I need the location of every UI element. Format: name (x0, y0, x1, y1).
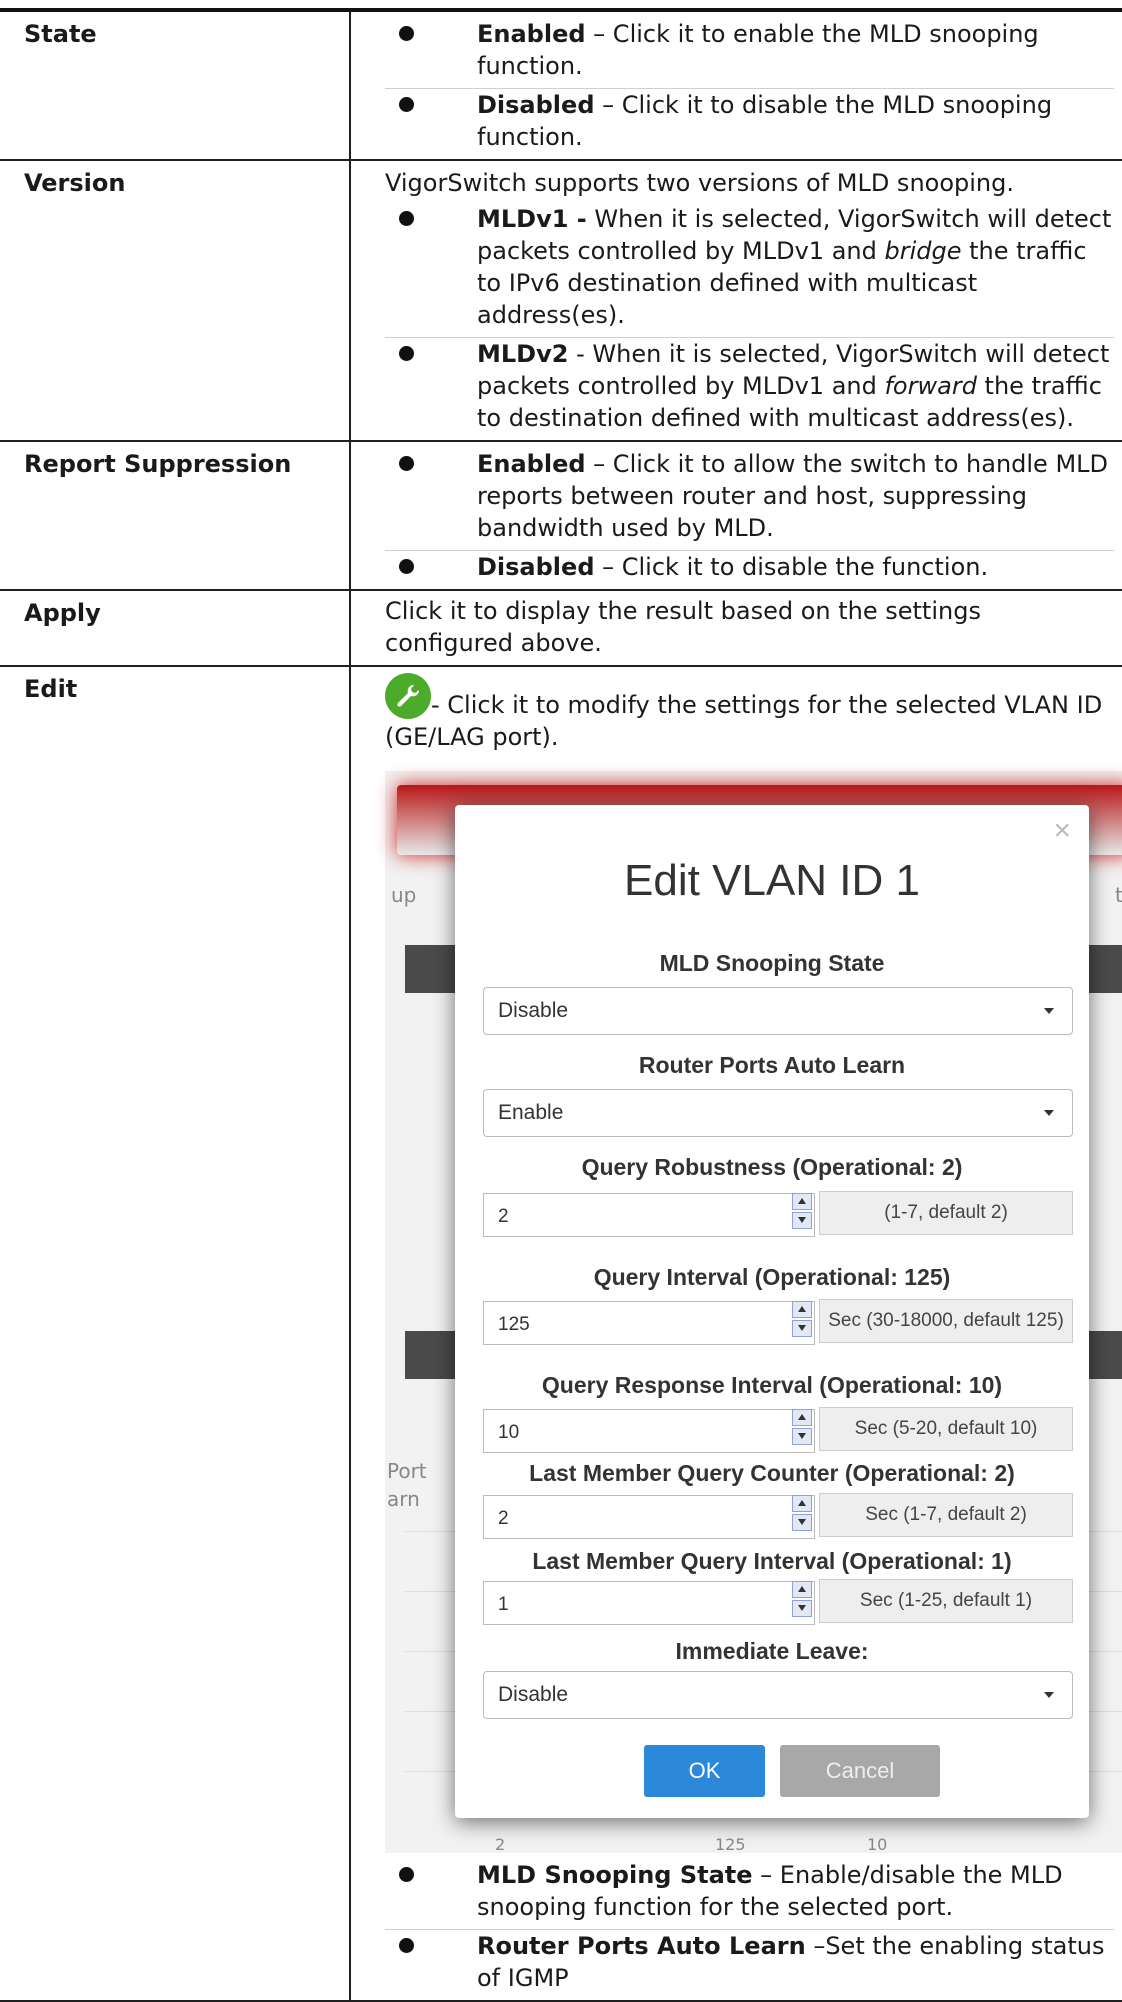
auto-learn-select[interactable]: Enable (483, 1089, 1073, 1137)
caret-down-icon (1044, 1008, 1054, 1014)
param-description: VigorSwitch supports two versions of MLD… (349, 159, 1122, 442)
param-label: Edit (0, 665, 351, 2002)
dialog-screenshot: up te Port arn 2 125 10 × Edit VLAN ID 1… (385, 771, 1122, 1854)
spinner-arrows-icon[interactable] (790, 1493, 814, 1533)
spinner-arrows-icon[interactable] (790, 1299, 814, 1339)
apply-text: Click it to display the result based on … (385, 597, 981, 657)
bullet-icon (385, 18, 477, 82)
cancel-button[interactable]: Cancel (780, 1745, 940, 1797)
param-label: Report Suppression (0, 440, 351, 591)
bg-cell: 125 (715, 1835, 746, 1854)
list-item: MLDv1 - When it is selected, VigorSwitch… (385, 203, 1114, 338)
term: MLDv1 - (477, 205, 587, 233)
caret-down-icon (1044, 1692, 1054, 1698)
list-item: MLDv2 - When it is selected, VigorSwitch… (385, 338, 1114, 440)
param-description: - Click it to modify the settings for th… (349, 665, 1122, 2002)
term: Disabled (477, 553, 595, 581)
bg-cell: 10 (867, 1835, 888, 1854)
list-item: Enabled – Click it to allow the switch t… (385, 442, 1114, 551)
lmq-counter-label: Last Member Query Counter (Operational: … (529, 1460, 1015, 1486)
term: Enabled (477, 450, 586, 478)
response-interval-hint: Sec (5-20, default 10) (819, 1407, 1073, 1451)
list-item: Disabled – Click it to disable the MLD s… (385, 89, 1114, 159)
bullet-icon (385, 89, 477, 153)
bg-column-header: arn (387, 1487, 420, 1511)
term: MLD Snooping State (477, 1861, 753, 1889)
query-interval-input[interactable]: 125 (483, 1301, 815, 1345)
table-row: State Enabled – Click it to enable the M… (0, 8, 1122, 161)
snooping-state-select[interactable]: Disable (483, 987, 1073, 1035)
param-description: Enabled – Click it to allow the switch t… (349, 440, 1122, 591)
bullet-icon (385, 551, 477, 583)
response-interval-label: Query Response Interval (Operational: 10… (541, 1372, 1003, 1398)
auto-learn-label: Router Ports Auto Learn (638, 1052, 906, 1078)
spinner-arrows-icon[interactable] (790, 1579, 814, 1619)
response-interval-input[interactable]: 10 (483, 1409, 815, 1453)
list-item: Enabled – Click it to enable the MLD sno… (385, 12, 1114, 89)
list-item: Disabled – Click it to disable the funct… (385, 551, 1114, 589)
param-description: Click it to display the result based on … (349, 589, 1122, 667)
immediate-leave-select[interactable]: Disable (483, 1671, 1073, 1719)
bg-tab-left: up (391, 883, 417, 907)
item-text: – Click it to disable the function. (594, 553, 989, 581)
list-item: Router Ports Auto Learn –Set the enablin… (385, 1930, 1114, 2000)
emphasis: forward (884, 372, 977, 400)
robustness-label: Query Robustness (Operational: 2) (581, 1154, 963, 1180)
robustness-hint: (1-7, default 2) (819, 1191, 1073, 1235)
term: Enabled (477, 20, 586, 48)
query-interval-hint: Sec (30-18000, default 125) (819, 1299, 1073, 1343)
dialog-title: Edit VLAN ID 1 (624, 856, 920, 905)
emphasis: bridge (884, 237, 962, 265)
wrench-icon (385, 673, 431, 719)
lmq-interval-hint: Sec (1-25, default 1) (819, 1579, 1073, 1623)
lmq-counter-hint: Sec (1-7, default 2) (819, 1493, 1073, 1537)
document-page: State Enabled – Click it to enable the M… (0, 0, 1122, 2002)
spinner-arrows-icon[interactable] (790, 1191, 814, 1231)
edit-text-block: - Click it to modify the settings for th… (385, 667, 1114, 753)
caret-down-icon (1044, 1110, 1054, 1116)
ok-button[interactable]: OK (644, 1745, 765, 1797)
select-value: Disable (498, 1683, 569, 1706)
param-label: Version (0, 159, 351, 442)
item-body: MLD Snooping State – Enable/disable the … (477, 1859, 1114, 1923)
bg-tab-right: te (1115, 883, 1122, 907)
snooping-state-label: MLD Snooping State (659, 950, 885, 976)
edit-text: - Click it to modify the settings for th… (385, 691, 1103, 751)
select-value: Disable (498, 999, 569, 1022)
robustness-input[interactable]: 2 (483, 1193, 815, 1237)
select-value: Enable (498, 1101, 564, 1124)
param-description: Enabled – Click it to enable the MLD sno… (349, 8, 1122, 161)
bullet-icon (385, 1859, 477, 1923)
spinner-arrows-icon[interactable] (790, 1407, 814, 1447)
bullet-icon (385, 338, 477, 434)
bullet-icon (385, 1930, 477, 1994)
term: Disabled (477, 91, 595, 119)
bullet-icon (385, 448, 477, 544)
lmq-counter-input[interactable]: 2 (483, 1495, 815, 1539)
intro-text: VigorSwitch supports two versions of MLD… (385, 169, 1014, 197)
table-row: Version VigorSwitch supports two version… (0, 159, 1122, 442)
list-item: MLD Snooping State – Enable/disable the … (385, 1853, 1114, 1930)
edit-vlan-dialog: × Edit VLAN ID 1 MLD Snooping State Disa… (455, 805, 1089, 1818)
term: MLDv2 (477, 340, 569, 368)
lmq-interval-label: Last Member Query Interval (Operational:… (532, 1548, 1012, 1574)
bullet-icon (385, 203, 477, 331)
lmq-interval-input[interactable]: 1 (483, 1581, 815, 1625)
item-body: Router Ports Auto Learn –Set the enablin… (477, 1930, 1114, 1994)
table-row: Report Suppression Enabled – Click it to… (0, 440, 1122, 591)
table-row: Edit - Click it to modify the settings f… (0, 665, 1122, 2002)
term: Router Ports Auto Learn (477, 1932, 806, 1960)
query-interval-label: Query Interval (Operational: 125) (593, 1264, 951, 1290)
parameter-table: State Enabled – Click it to enable the M… (0, 8, 1122, 2002)
table-row: Apply Click it to display the result bas… (0, 589, 1122, 667)
immediate-leave-label: Immediate Leave: (675, 1638, 869, 1664)
param-label: Apply (0, 589, 351, 667)
param-label: State (0, 8, 351, 161)
bg-cell: 2 (495, 1835, 506, 1854)
close-icon[interactable]: × (1053, 815, 1071, 847)
